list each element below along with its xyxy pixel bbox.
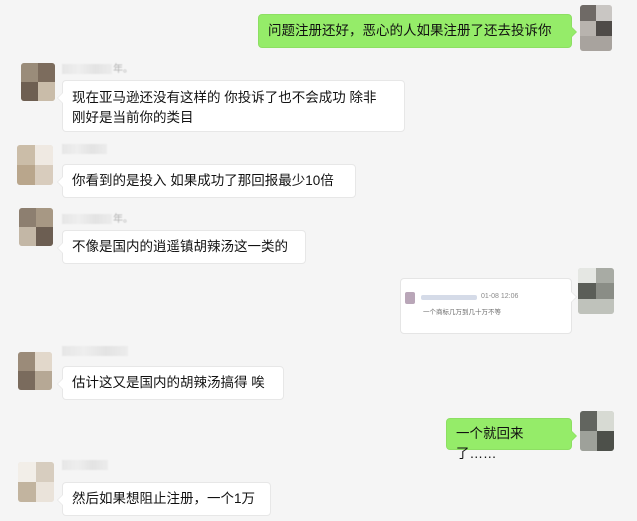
message-bubble[interactable]: 一个就回来了…… — [446, 418, 577, 461]
message-bubble[interactable]: 估计这又是国内的胡辣汤搞得 唉 — [57, 366, 284, 400]
card-date: 01-08 12:06 — [481, 293, 519, 300]
message-bubble[interactable]: 问题注册还好，恶心的人如果注册了还去投诉你 — [258, 14, 577, 48]
avatar[interactable] — [21, 63, 55, 101]
card-title-blurred — [421, 295, 477, 300]
message-bubble[interactable]: 你看到的是投入 如果成功了那回报最少10倍 — [57, 164, 356, 198]
sender-name — [62, 346, 129, 357]
avatar[interactable] — [18, 462, 54, 502]
avatar[interactable] — [580, 411, 614, 451]
message-bubble[interactable]: 不像是国内的逍遥镇胡辣汤这一类的 — [57, 230, 306, 264]
avatar[interactable] — [578, 268, 614, 314]
sender-name: 年。 — [62, 60, 133, 75]
message-bubble[interactable]: 然后如果想阻止注册，一个1万 — [57, 482, 271, 516]
avatar[interactable] — [18, 352, 52, 390]
message-bubble[interactable]: 现在亚马逊还没有这样的 你投诉了也不会成功 除非 刚好是当前你的类目 — [57, 80, 405, 132]
card-thumbnail — [405, 292, 415, 304]
sender-name — [62, 144, 108, 155]
avatar[interactable] — [580, 5, 612, 51]
avatar[interactable] — [17, 145, 53, 185]
sender-name: 年。 — [62, 210, 133, 225]
shared-card[interactable]: 01-08 12:06 一个商标几万到几十万不等 — [400, 278, 577, 334]
sender-name — [62, 460, 109, 471]
card-subtitle: 一个商标几万到几十万不等 — [423, 309, 501, 316]
avatar[interactable] — [19, 208, 53, 246]
